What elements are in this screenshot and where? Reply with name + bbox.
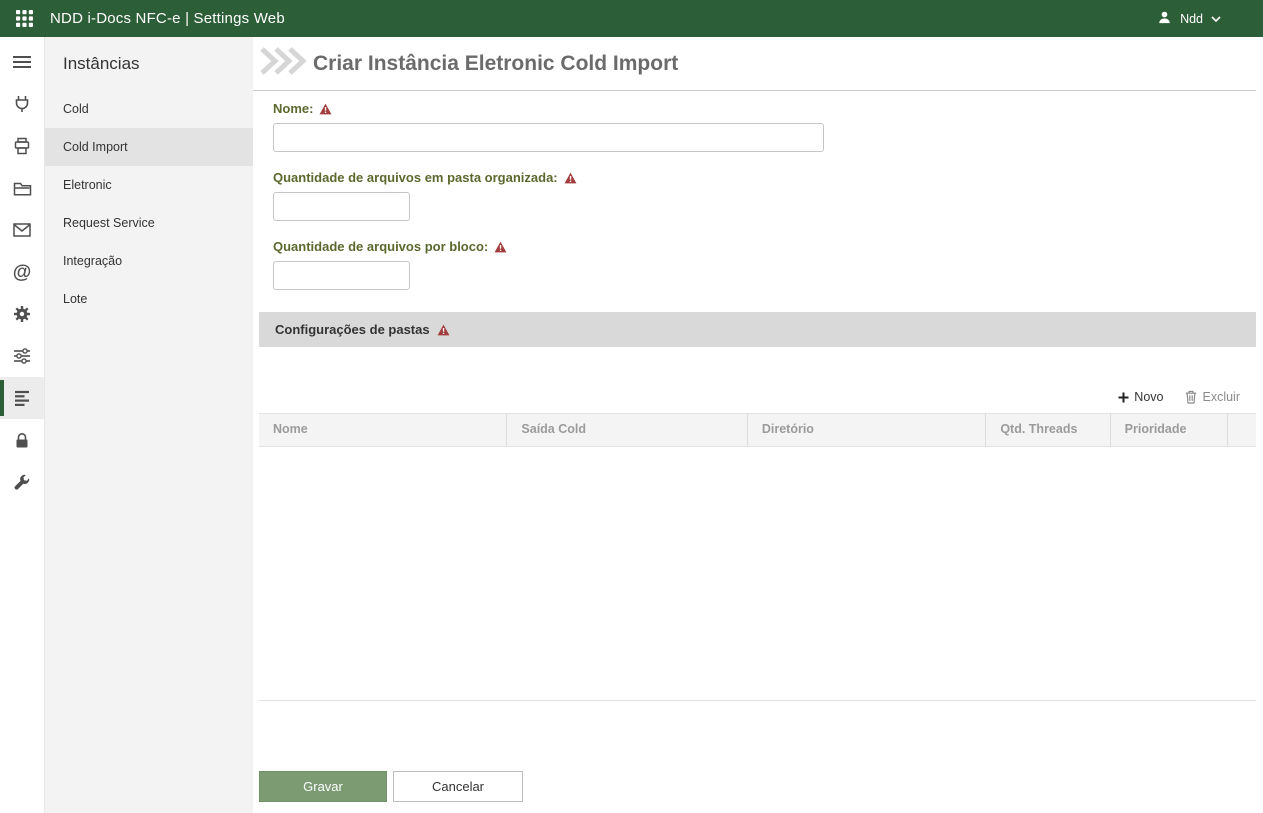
field-qtd-pasta-label-row: Quantidade de arquivos em pasta organiza… — [273, 170, 1256, 185]
field-nome-label-row: Nome: — [273, 101, 1256, 116]
folders-section-header: Configurações de pastas — [259, 312, 1256, 347]
sidebar-item-cold[interactable]: Cold — [45, 90, 253, 128]
grid-toolbar: Novo Excluir — [259, 347, 1256, 413]
main-content: Criar Instância Eletronic Cold Import No… — [253, 37, 1263, 813]
document-flow-icon — [257, 44, 307, 83]
topbar: NDD i-Docs NFC-e | Settings Web Ndd — [0, 0, 1263, 37]
nome-label: Nome: — [273, 101, 313, 116]
qtd-pasta-input[interactable] — [273, 192, 410, 221]
field-qtd-pasta: Quantidade de arquivos em pasta organiza… — [273, 170, 1256, 221]
required-warning-icon — [319, 103, 332, 115]
delete-row-label: Excluir — [1202, 390, 1240, 404]
grid-column-diretorio[interactable]: Diretório — [748, 414, 986, 446]
user-name: Ndd — [1180, 12, 1203, 26]
envelope-icon — [13, 223, 31, 237]
folders-grid: Novo Excluir Nome Saída Cold Diretório Q… — [259, 347, 1256, 701]
required-warning-icon — [437, 324, 450, 336]
rail-item-instances[interactable] — [0, 377, 44, 419]
grid-body-empty — [259, 447, 1256, 700]
hamburger-icon — [13, 55, 31, 69]
sidebar-item-request-service[interactable]: Request Service — [45, 204, 253, 242]
rail-item-parameters[interactable] — [0, 335, 44, 377]
plus-icon — [1118, 392, 1129, 403]
sidebar-item-eletronic[interactable]: Eletronic — [45, 166, 253, 204]
grid-column-nome[interactable]: Nome — [259, 414, 507, 446]
grid-header-row: Nome Saída Cold Diretório Qtd. Threads P… — [259, 413, 1256, 447]
rail-item-connections[interactable] — [0, 83, 44, 125]
folders-section-title: Configurações de pastas — [275, 322, 430, 337]
page-header: Criar Instância Eletronic Cold Import — [253, 37, 1256, 91]
gear-icon — [13, 305, 31, 323]
app-grid-icon[interactable] — [12, 7, 36, 31]
folders-config-section: Configurações de pastas Novo Excluir — [259, 312, 1256, 701]
qtd-bloco-input[interactable] — [273, 261, 410, 290]
at-sign-icon — [13, 263, 32, 282]
nome-input[interactable] — [273, 123, 824, 152]
required-warning-icon — [494, 241, 507, 253]
user-icon — [1157, 10, 1172, 28]
field-qtd-bloco-label-row: Quantidade de arquivos por bloco: — [273, 239, 1256, 254]
form-actions: Gravar Cancelar — [259, 771, 523, 802]
grid-column-prioridade[interactable]: Prioridade — [1111, 414, 1228, 446]
chevron-down-icon — [1211, 12, 1221, 26]
user-menu[interactable]: Ndd — [1157, 10, 1221, 28]
qtd-bloco-label: Quantidade de arquivos por bloco: — [273, 239, 488, 254]
rail-item-security[interactable] — [0, 419, 44, 461]
rail-item-email-accounts[interactable] — [0, 251, 44, 293]
save-button[interactable]: Gravar — [259, 771, 387, 802]
app-title: NDD i-Docs NFC-e | Settings Web — [50, 10, 285, 27]
form-container: Nome: Quantidade de arquivos em pasta or… — [253, 91, 1256, 701]
rail-item-printing[interactable] — [0, 125, 44, 167]
sidebar-title: Instâncias — [45, 37, 253, 90]
new-row-button[interactable]: Novo — [1118, 390, 1163, 404]
form-area: Nome: Quantidade de arquivos em pasta or… — [259, 101, 1256, 290]
sidebar-item-cold-import[interactable]: Cold Import — [45, 128, 253, 166]
grid-column-filler — [1228, 414, 1256, 446]
lock-icon — [14, 432, 30, 449]
sidebar-item-lote[interactable]: Lote — [45, 280, 253, 318]
rail-item-tools[interactable] — [0, 461, 44, 503]
cancel-button[interactable]: Cancelar — [393, 771, 523, 802]
printer-icon — [13, 137, 31, 155]
qtd-pasta-label: Quantidade de arquivos em pasta organiza… — [273, 170, 558, 185]
sidebar: Instâncias Cold Cold Import Eletronic Re… — [45, 37, 253, 813]
field-nome: Nome: — [273, 101, 1256, 152]
folder-icon — [13, 180, 32, 197]
wrench-icon — [13, 473, 31, 491]
delete-row-button[interactable]: Excluir — [1185, 390, 1240, 404]
new-row-label: Novo — [1134, 390, 1163, 404]
sliders-icon — [13, 347, 31, 365]
grid-column-qtd-threads[interactable]: Qtd. Threads — [986, 414, 1110, 446]
required-warning-icon — [564, 172, 577, 184]
icon-rail — [0, 37, 45, 813]
instances-list-icon — [13, 389, 31, 407]
rail-item-mail[interactable] — [0, 209, 44, 251]
rail-item-settings[interactable] — [0, 293, 44, 335]
plug-icon — [13, 95, 31, 113]
trash-icon — [1185, 390, 1197, 404]
grid-column-saida-cold[interactable]: Saída Cold — [507, 414, 747, 446]
field-qtd-bloco: Quantidade de arquivos por bloco: — [273, 239, 1256, 290]
menu-toggle-button[interactable] — [0, 41, 44, 83]
rail-item-files[interactable] — [0, 167, 44, 209]
page-title: Criar Instância Eletronic Cold Import — [313, 52, 678, 76]
sidebar-item-integracao[interactable]: Integração — [45, 242, 253, 280]
